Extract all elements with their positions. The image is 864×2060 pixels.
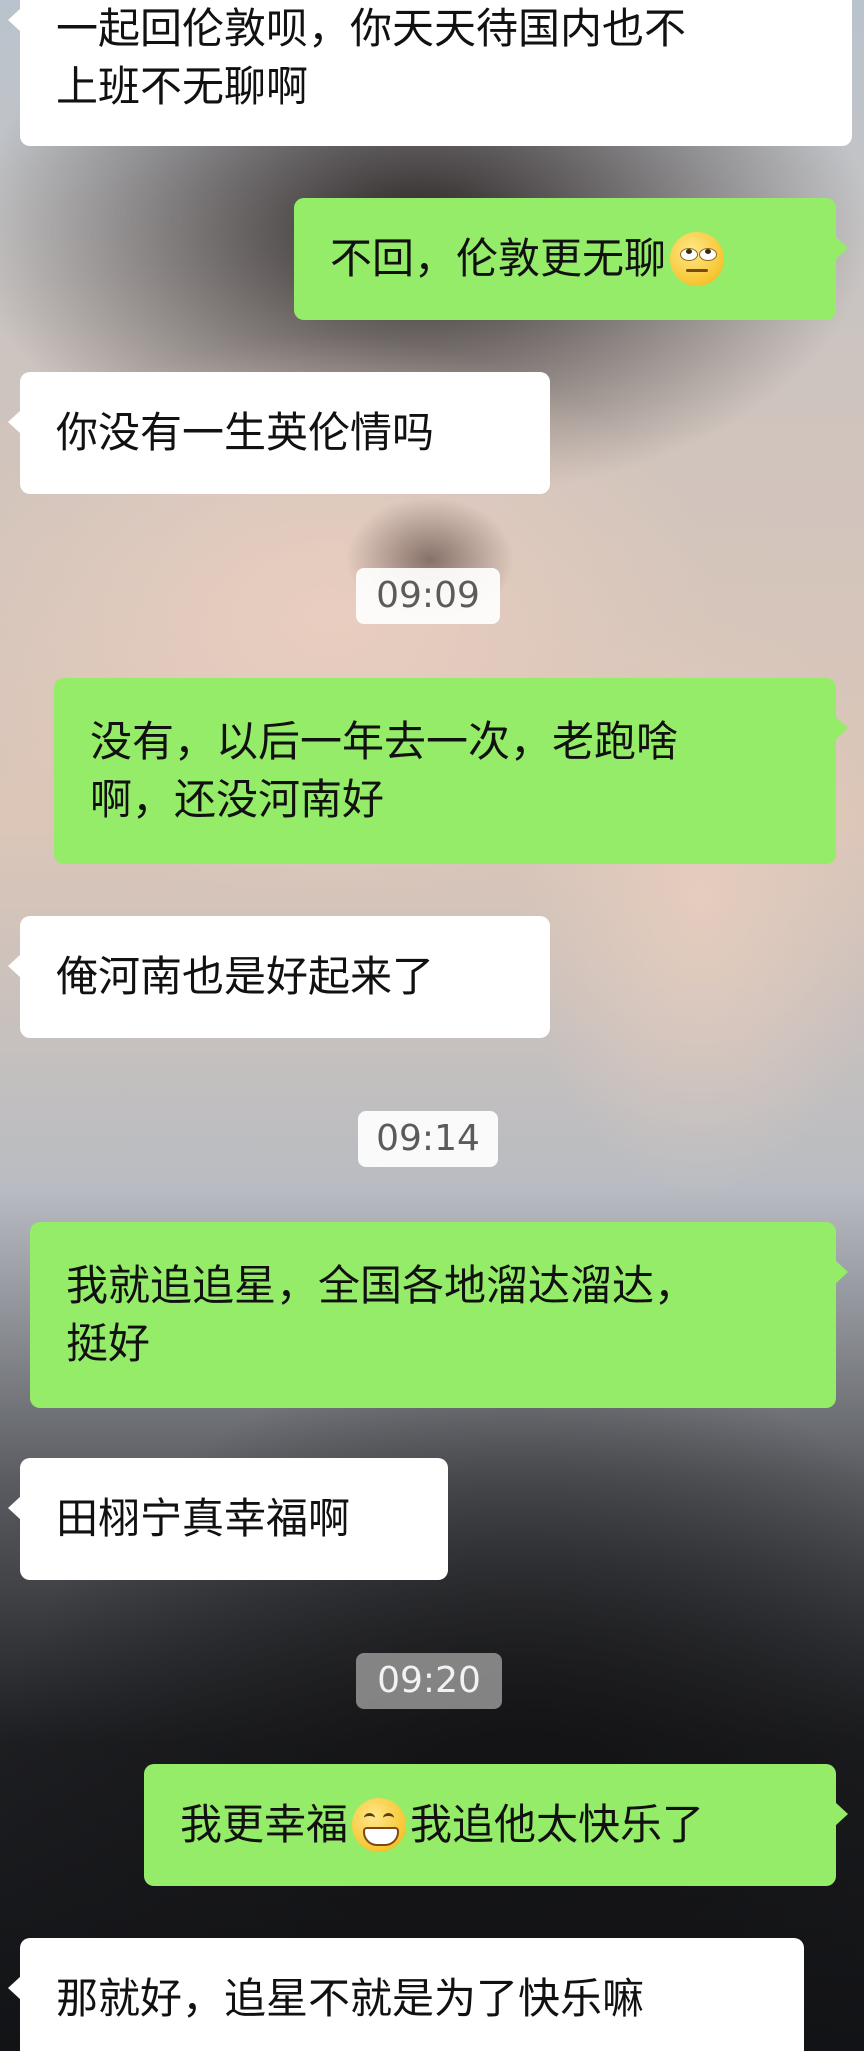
message-bubble-received[interactable]: 你没有一生英伦情吗 [8,372,550,494]
message-text-part: 我追他太快乐了 [410,1800,705,1849]
message-bubble-sent[interactable]: 不回，伦敦更无聊 [294,198,848,320]
message-text: 我就追追星，全国各地溜达溜达， 挺好 [66,1261,697,1368]
message-bubble-received[interactable]: 田栩宁真幸福啊 [8,1458,448,1580]
message-bubble-sent[interactable]: 没有，以后一年去一次，老跑啥 啊，还没河南好 [54,678,848,864]
face-with-rolling-eyes-icon [670,232,725,286]
timestamp: 09:09 [356,568,500,624]
message-text: 俺河南也是好起来了 [56,952,435,1001]
message-bubble-received[interactable]: 俺河南也是好起来了 [8,916,550,1038]
grinning-face-icon [352,1798,407,1852]
message-bubble-sent[interactable]: 我更幸福 我追他太快乐了 [144,1764,848,1886]
message-bubble-sent[interactable]: 我就追追星，全国各地溜达溜达， 挺好 [30,1222,848,1408]
message-text: 那就好，追星不就是为了快乐嘛 [56,1974,645,2023]
message-text: 不回，伦敦更无聊 [330,234,667,283]
message-text: 你没有一生英伦情吗 [56,408,435,457]
timestamp: 09:20 [356,1653,502,1709]
message-text: 没有，以后一年去一次，老跑啥 啊，还没河南好 [90,717,679,824]
timestamp: 09:14 [358,1111,498,1167]
message-text-part: 我更幸福 [180,1800,349,1849]
message-bubble-received[interactable]: 一起回伦敦呗，你天天待国内也不 上班不无聊啊 [8,0,852,146]
message-text: 一起回伦敦呗，你天天待国内也不 上班不无聊啊 [56,4,687,111]
message-bubble-received[interactable]: 那就好，追星不就是为了快乐嘛 [8,1938,804,2060]
message-text: 田栩宁真幸福啊 [56,1494,351,1543]
